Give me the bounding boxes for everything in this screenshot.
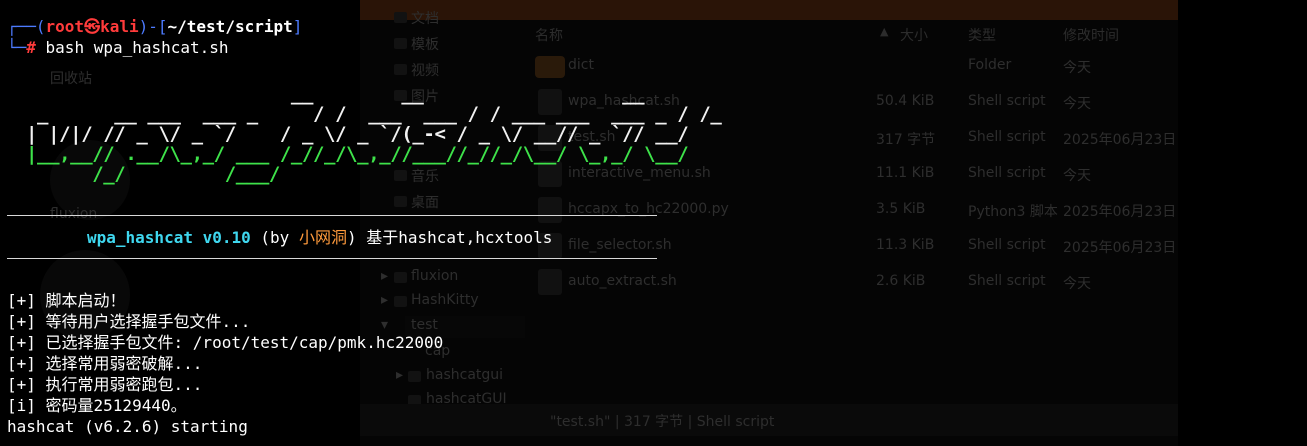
prompt-path: ~/test/script — [167, 17, 293, 36]
log-line: [+] 脚本启动！ — [7, 291, 126, 310]
prompt-separator: )-[ — [138, 17, 168, 36]
log-line: hashcat (v6.2.6) starting — [7, 417, 248, 436]
prompt-corner-bottom: └─ — [7, 38, 27, 57]
tool-description: 基于hashcat,hcxtools — [366, 228, 553, 247]
banner-by-open: (by — [250, 228, 299, 247]
prompt-root-symbol: # — [26, 38, 36, 57]
log-line: [+] 等待用户选择握手包文件... — [7, 312, 251, 331]
ascii-art-line: __ __ __ — [26, 83, 656, 105]
ascii-art-logo: __ __ __ _ __ ___ ___ _ / / ___ ___ / / … — [26, 83, 722, 185]
tool-banner: wpa_hashcat v0.10 (by 小网洞) 基于hashcat,hcx… — [87, 227, 552, 248]
ascii-art-line: /_/ /___/ — [26, 163, 711, 185]
prompt-user-host: root㉿kali — [45, 17, 139, 36]
terminal[interactable]: ┌──(root㉿kali)-[~/test/script] └─# bash … — [0, 0, 1307, 446]
log-line: [+] 已选择握手包文件: /root/test/cap/pmk.hc22000 — [7, 333, 444, 352]
log-line: [+] 执行常用弱密跑包... — [7, 375, 203, 394]
prompt-bracket-close: ] — [292, 17, 303, 36]
divider-bottom — [7, 258, 657, 259]
log-line: [+] 选择常用弱密破解... — [7, 354, 203, 373]
ascii-art-line: |__,__// .__/\_,_/ ___ /_//_/\_,_//___//… — [26, 143, 700, 165]
command-text: bash wpa_hashcat.sh — [35, 38, 229, 57]
ascii-art-line: _ __ ___ ___ _ / / ___ ___ / / ___ ___ _… — [26, 103, 722, 125]
ascii-art-line: | |/|/ // _ \/ _ `/ / _ \/ _ `/(_-< / _ … — [26, 123, 689, 145]
prompt-line: ┌──(root㉿kali)-[~/test/script] — [7, 16, 302, 37]
divider-top — [7, 215, 657, 216]
prompt-corner-top: ┌──( — [7, 17, 46, 36]
log-line: [i] 密码量25129440。 — [7, 396, 187, 415]
command-line: └─# bash wpa_hashcat.sh — [7, 37, 229, 58]
author-name: 小网洞 — [298, 228, 347, 247]
tool-name-version: wpa_hashcat v0.10 — [87, 228, 251, 247]
banner-by-close: ) — [346, 228, 367, 247]
